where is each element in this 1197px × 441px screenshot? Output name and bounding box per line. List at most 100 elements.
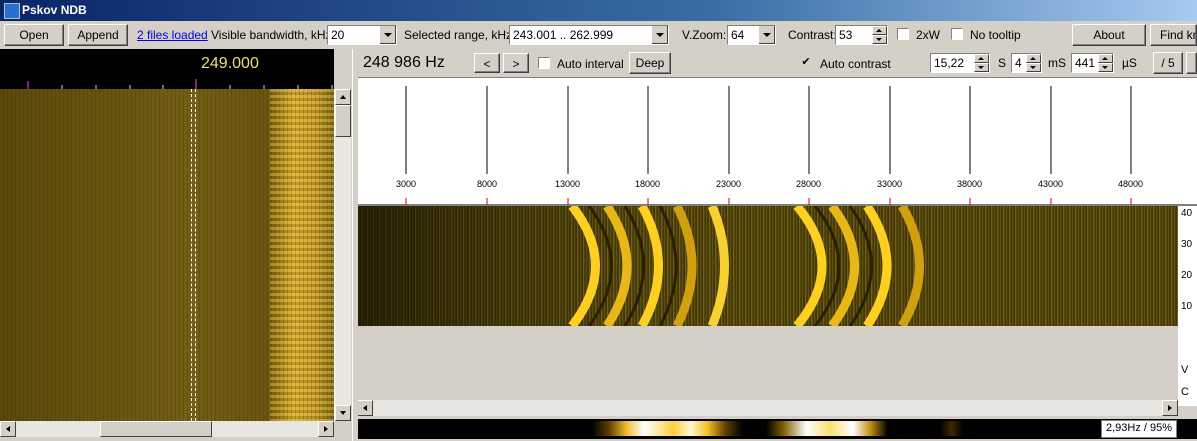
waterfall-display[interactable] (0, 89, 334, 421)
vzoom-select[interactable]: 64 (727, 25, 776, 45)
analysis-toolbar: 248 986 Hz < > Auto interval Deep ✔ Auto… (357, 49, 1197, 77)
contrast-value: 53 (839, 28, 853, 42)
append-button[interactable]: Append (68, 24, 128, 46)
window-title: Pskov NDB (22, 3, 87, 17)
spin-up-icon[interactable] (1098, 54, 1113, 63)
spin-up-icon[interactable] (974, 54, 989, 63)
chevron-down-icon[interactable] (379, 26, 396, 44)
auto-contrast-checkbox[interactable]: ✔ (800, 57, 812, 69)
scale-tick: 8000 (477, 179, 498, 189)
auto-contrast-label: Auto contrast (820, 57, 891, 71)
x2w-label: 2xW (916, 28, 940, 42)
about-button[interactable]: About (1072, 24, 1146, 46)
scale-tick: 43000 (1038, 179, 1064, 189)
scroll-thumb[interactable] (335, 105, 351, 137)
find-known-button[interactable]: Find kno (1150, 24, 1197, 46)
spin-down-icon[interactable] (974, 63, 989, 72)
visible-bandwidth-label: Visible bandwidth, kHz: (211, 28, 335, 42)
period-waterfall[interactable] (357, 206, 1178, 326)
ms-value: 4 (1015, 56, 1022, 70)
spin-up-icon[interactable] (1026, 54, 1041, 63)
axis-label: 30 (1181, 239, 1193, 250)
waterfall-header: 249.000 (0, 49, 334, 89)
scroll-right-icon[interactable] (1162, 400, 1178, 416)
waterfall-hscroll[interactable] (0, 421, 334, 437)
waterfall-panel: 249.000 (0, 49, 352, 441)
us-unit: µS (1122, 56, 1137, 70)
resolution-status: 2,93Hz / 95% (1101, 420, 1178, 438)
scroll-down-icon[interactable] (335, 405, 351, 421)
spin-down-icon[interactable] (1026, 63, 1041, 72)
s-value: 15,22 (934, 56, 965, 70)
ms-unit: mS (1048, 56, 1066, 70)
scroll-left-icon[interactable] (357, 400, 373, 416)
scale-tick: 48000 (1118, 179, 1144, 189)
empty-area (357, 326, 1178, 400)
frequency-readout: 248 986 Hz (363, 54, 445, 71)
analysis-hscroll[interactable] (357, 400, 1178, 416)
us-spinner[interactable]: 441 (1071, 53, 1114, 73)
s-spinner[interactable]: 15,22 (930, 53, 990, 73)
scale-tick: 13000 (555, 179, 581, 189)
x2w-checkbox[interactable] (897, 28, 909, 40)
scale-tick: 3000 (396, 179, 417, 189)
visible-bandwidth-value: 20 (331, 28, 345, 42)
fine-ruler (357, 196, 1197, 206)
scale-tick: 33000 (877, 179, 903, 189)
deep-button[interactable]: Deep (629, 52, 671, 74)
title-bar: Pskov NDB (0, 0, 1197, 21)
main-toolbar: Open Append 2 files loaded Visible bandw… (0, 21, 1197, 49)
contrast-label: Contrast: (788, 28, 837, 42)
files-loaded-link[interactable]: 2 files loaded (137, 28, 208, 42)
vzoom-value: 64 (731, 28, 745, 42)
side-label: C (1181, 386, 1189, 398)
chevron-down-icon[interactable] (651, 26, 668, 44)
side-info-box: V C (1178, 326, 1197, 406)
scale-tick: 23000 (716, 179, 742, 189)
waterfall-vscroll[interactable] (334, 89, 351, 421)
axis-label: 10 (1181, 301, 1193, 312)
open-button[interactable]: Open (4, 24, 64, 46)
spin-down-icon[interactable] (872, 35, 887, 44)
selected-range-label: Selected range, kHz: (404, 28, 516, 42)
side-label: V (1181, 364, 1189, 376)
frequency-cursor[interactable] (191, 89, 196, 421)
auto-interval-label: Auto interval (557, 57, 624, 71)
amplitude-axis: 40 30 20 10 (1178, 206, 1197, 326)
vzoom-label: V.Zoom: (682, 28, 727, 42)
prev-button[interactable]: < (474, 53, 500, 73)
ms-spinner[interactable]: 4 (1011, 53, 1042, 73)
us-value: 441 (1075, 56, 1096, 70)
spectrum-strip (592, 421, 1172, 436)
ndb-signal-band (270, 89, 334, 421)
next-button[interactable]: > (503, 53, 529, 73)
spin-up-icon[interactable] (872, 26, 887, 35)
auto-interval-checkbox[interactable] (538, 57, 550, 69)
visible-bandwidth-select[interactable]: 20 (327, 25, 397, 45)
signal-arcs (357, 206, 924, 326)
scale-tick: 18000 (635, 179, 661, 189)
scroll-up-icon[interactable] (335, 89, 351, 105)
scale-tick: 38000 (957, 179, 983, 189)
s-unit: S (998, 56, 1007, 70)
spin-down-icon[interactable] (1098, 63, 1113, 72)
scroll-thumb[interactable] (100, 421, 212, 437)
scroll-right-icon[interactable] (318, 421, 334, 437)
no-tooltip-checkbox[interactable] (951, 28, 963, 40)
scale-tick: 28000 (796, 179, 822, 189)
spectrum-colorbar: 2,93Hz / 95% (357, 419, 1197, 439)
panel-splitter[interactable] (352, 49, 358, 441)
app-icon (4, 3, 20, 19)
contrast-spinner[interactable]: 53 (835, 25, 888, 45)
period-scale: 3000 8000 13000 18000 23000 28000 33000 … (357, 77, 1197, 197)
selected-range-value: 243.001 .. 262.999 (513, 28, 614, 42)
scroll-left-icon[interactable] (0, 421, 16, 437)
divide-5-button[interactable]: / 5 (1153, 52, 1183, 74)
chevron-down-icon[interactable] (758, 26, 775, 44)
extra-button[interactable] (1186, 52, 1197, 74)
no-tooltip-label: No tooltip (970, 28, 1021, 42)
analysis-panel: 248 986 Hz < > Auto interval Deep ✔ Auto… (357, 49, 1197, 441)
selected-range-select[interactable]: 243.001 .. 262.999 (509, 25, 669, 45)
axis-label: 40 (1181, 208, 1193, 219)
axis-label: 20 (1181, 270, 1193, 281)
